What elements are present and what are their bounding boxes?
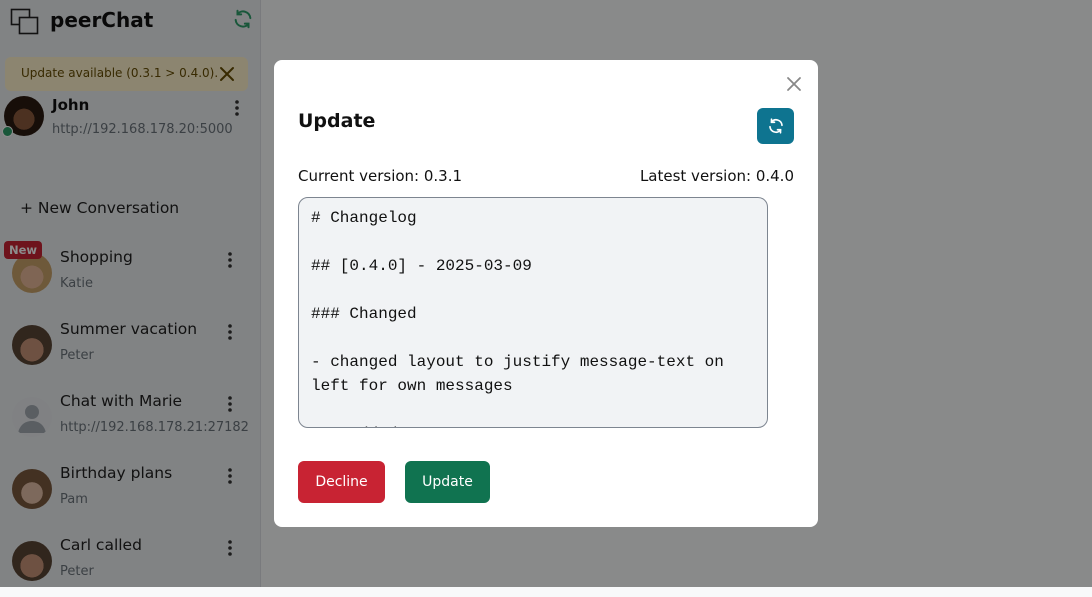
current-version: Current version: 0.3.1 — [298, 167, 463, 185]
dialog-title: Update — [298, 110, 376, 132]
refresh-icon — [769, 118, 783, 134]
decline-button[interactable]: Decline — [298, 461, 385, 503]
update-button[interactable]: Update — [405, 461, 490, 503]
latest-version: Latest version: 0.4.0 — [639, 167, 794, 185]
changelog-textarea[interactable]: # Changelog ## [0.4.0] - 2025-03-09 ### … — [298, 197, 768, 428]
close-icon[interactable] — [785, 75, 803, 93]
update-dialog: Update Current version: 0.3.1 Latest ver… — [274, 60, 818, 527]
refresh-button[interactable] — [757, 108, 794, 144]
